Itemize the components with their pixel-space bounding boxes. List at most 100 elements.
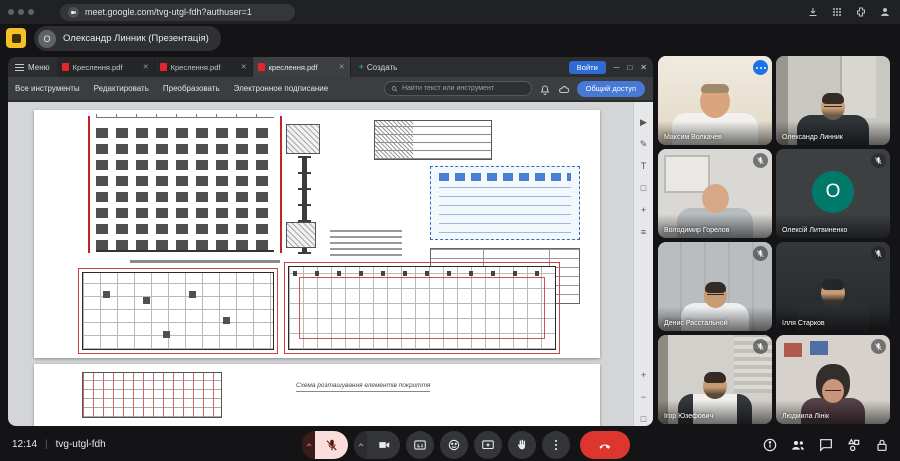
building-elevation-drawing bbox=[96, 122, 274, 252]
highlighted-detail-plan bbox=[430, 166, 580, 240]
participant-video-volodymyr[interactable]: Володимир Горелов bbox=[658, 149, 772, 238]
minimize-icon[interactable]: ─ bbox=[614, 63, 620, 72]
select-tool-icon[interactable]: ▶ bbox=[637, 116, 650, 129]
emoji-reactions-button[interactable] bbox=[440, 431, 468, 459]
create-document-button[interactable]: + Создать bbox=[351, 57, 406, 77]
name-shade bbox=[776, 307, 890, 331]
captions-button[interactable] bbox=[406, 431, 434, 459]
participant-name: Ілля Старков bbox=[782, 320, 825, 327]
roof-detail-drawing bbox=[374, 120, 492, 160]
signin-button[interactable]: Войти bbox=[569, 61, 606, 74]
dimension-strip bbox=[96, 114, 274, 118]
raise-hand-button[interactable] bbox=[508, 431, 536, 459]
pdf-menu-button[interactable]: Меню bbox=[8, 57, 57, 77]
tab-close-icon[interactable]: ✕ bbox=[339, 63, 345, 71]
meeting-code: tvg-utgl-fdh bbox=[56, 439, 106, 450]
floor-plan-right bbox=[288, 266, 556, 350]
participant-video-oleksandr[interactable]: Олександр Линник bbox=[776, 56, 890, 145]
participant-video-denys[interactable]: Денис Расстальной bbox=[658, 242, 772, 331]
menu-convert[interactable]: Преобразовать bbox=[156, 84, 227, 93]
edit-pen-icon[interactable]: ✎ bbox=[637, 138, 650, 151]
pdf-doc-icon bbox=[160, 63, 167, 71]
participant-video-ihor[interactable]: Ігор Юзефович bbox=[658, 335, 772, 424]
schematic-lines bbox=[439, 187, 571, 233]
cloud-icon[interactable] bbox=[558, 83, 570, 95]
pdf-tab-1[interactable]: Креслення.pdf ✕ bbox=[57, 57, 155, 77]
zoom-out-icon[interactable]: − bbox=[637, 391, 650, 404]
participant-video-illia[interactable]: Ілля Старков bbox=[776, 242, 890, 331]
pdf-tab-2[interactable]: Креслення.pdf ✕ bbox=[155, 57, 253, 77]
profile-avatar[interactable] bbox=[878, 5, 892, 19]
tab-close-icon[interactable]: ✕ bbox=[241, 63, 247, 71]
participant-video-maksym[interactable]: Максим Волкачев bbox=[658, 56, 772, 145]
extensions-puzzle-icon[interactable] bbox=[854, 5, 868, 19]
pdf-doc-icon bbox=[258, 63, 265, 71]
present-screen-button[interactable] bbox=[474, 431, 502, 459]
menu-esign[interactable]: Электронное подписание bbox=[227, 84, 336, 93]
camera-options-chevron-icon[interactable] bbox=[354, 431, 367, 459]
zoom-in-icon[interactable]: + bbox=[637, 369, 650, 382]
window-controls[interactable] bbox=[8, 9, 34, 15]
pdf-tab-3-active[interactable]: креслення.pdf ✕ bbox=[253, 57, 351, 77]
mic-toggle-button-muted[interactable] bbox=[315, 431, 348, 459]
person-head bbox=[704, 283, 727, 308]
camera-toggle-button[interactable] bbox=[367, 431, 400, 459]
menu-all-tools[interactable]: Все инструменты bbox=[8, 84, 87, 93]
chat-icon[interactable] bbox=[818, 437, 834, 453]
list-tool-icon[interactable]: ≡ bbox=[637, 226, 650, 239]
pdf-document-canvas[interactable]: Схема розташування елементів покриття ▶ … bbox=[8, 102, 653, 426]
text-tool-icon[interactable]: T bbox=[637, 160, 650, 173]
participant-video-oleksii[interactable]: O Олексій Литвиненко bbox=[776, 149, 890, 238]
name-shade bbox=[658, 214, 772, 238]
axis-outline bbox=[78, 268, 278, 354]
mic-off-icon bbox=[871, 246, 886, 261]
participant-name: Ігор Юзефович bbox=[664, 413, 713, 420]
address-bar[interactable]: meet.google.com/tvg-utgl-fdh?authuser=1 bbox=[60, 4, 295, 21]
participants-people-icon[interactable] bbox=[790, 437, 806, 453]
add-comment-icon[interactable]: + bbox=[637, 204, 650, 217]
name-shade bbox=[658, 307, 772, 331]
shared-screen-presentation[interactable]: Меню Креслення.pdf ✕ Креслення.pdf ✕ кре… bbox=[8, 57, 653, 426]
maximize-icon[interactable]: □ bbox=[627, 63, 632, 72]
participant-video-liudmyla[interactable]: Людмила Лінік bbox=[776, 335, 890, 424]
search-icon bbox=[391, 85, 398, 93]
sidebar-extension-icon[interactable] bbox=[6, 28, 26, 48]
presenter-label: Олександр Линник (Презентація) bbox=[63, 33, 209, 44]
menu-edit[interactable]: Редактировать bbox=[87, 84, 156, 93]
notifications-bell-icon[interactable] bbox=[539, 83, 551, 95]
shape-tool-icon[interactable]: □ bbox=[637, 182, 650, 195]
end-call-button[interactable] bbox=[580, 431, 630, 459]
download-icon[interactable] bbox=[806, 5, 820, 19]
tile-more-options-icon[interactable] bbox=[753, 60, 768, 75]
pdf-search-box[interactable] bbox=[384, 81, 532, 96]
presenting-banner[interactable]: О Олександр Линник (Презентація) bbox=[34, 26, 221, 51]
share-button[interactable]: Общий доступ bbox=[577, 81, 645, 97]
participant-name: Олександр Линник bbox=[782, 134, 843, 141]
pdf-doc-icon bbox=[62, 63, 69, 71]
plus-icon: + bbox=[359, 62, 364, 72]
apps-grid-icon[interactable] bbox=[830, 5, 844, 19]
browser-toolbar: meet.google.com/tvg-utgl-fdh?authuser=1 bbox=[0, 0, 900, 24]
close-icon[interactable]: ✕ bbox=[640, 63, 647, 72]
fit-page-icon[interactable]: □ bbox=[637, 413, 650, 426]
host-controls-lock-icon[interactable] bbox=[874, 437, 890, 453]
mic-off-icon bbox=[753, 339, 768, 354]
mic-off-icon bbox=[753, 246, 768, 261]
hamburger-icon bbox=[15, 64, 24, 71]
person-head bbox=[821, 94, 845, 120]
participant-name: Володимир Горелов bbox=[664, 227, 729, 234]
meet-favicon-icon bbox=[68, 7, 79, 18]
url-text: meet.google.com/tvg-utgl-fdh?authuser=1 bbox=[85, 7, 252, 17]
participant-avatar: O bbox=[812, 170, 854, 212]
name-shade bbox=[776, 400, 890, 424]
person-head bbox=[703, 373, 727, 399]
meeting-details-info-icon[interactable] bbox=[762, 437, 778, 453]
activities-icon[interactable] bbox=[846, 437, 862, 453]
floor-plan-left bbox=[82, 272, 274, 350]
search-input[interactable] bbox=[402, 85, 525, 92]
mic-off-icon bbox=[871, 153, 886, 168]
mic-options-chevron-icon[interactable] bbox=[302, 431, 315, 459]
more-options-button[interactable] bbox=[542, 431, 570, 459]
tab-close-icon[interactable]: ✕ bbox=[143, 63, 149, 71]
name-shade bbox=[776, 121, 890, 145]
